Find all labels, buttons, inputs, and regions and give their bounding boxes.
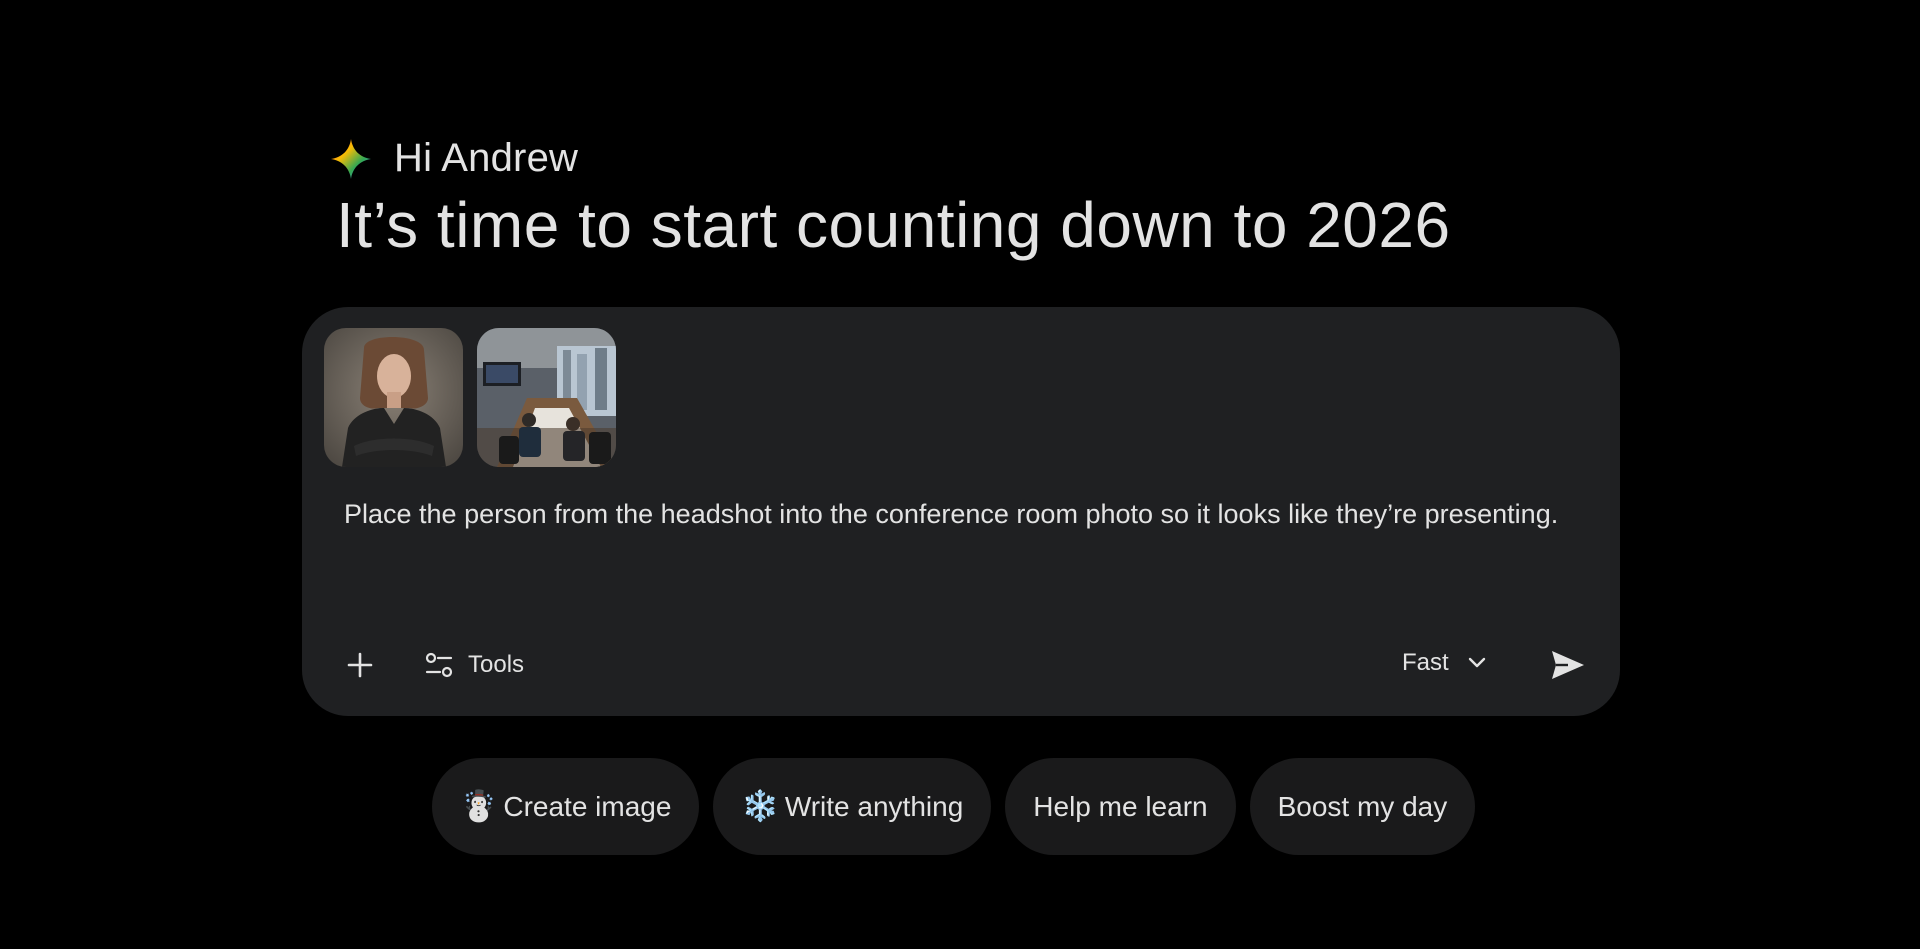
chip-create-image[interactable]: ☃️ Create image xyxy=(432,758,700,855)
tune-icon xyxy=(425,652,453,678)
chevron-down-icon xyxy=(1468,657,1485,668)
chip-boost-my-day[interactable]: Boost my day xyxy=(1249,758,1476,855)
chip-write-anything[interactable]: ❄️ Write anything xyxy=(713,758,992,855)
greeting: Hi Andrew xyxy=(330,136,578,181)
greeting-name: Hi Andrew xyxy=(394,136,579,180)
snowman-icon: ☃️ xyxy=(460,789,498,824)
chip-label: Create image xyxy=(503,790,672,822)
attachment-headshot-thumbnail[interactable] xyxy=(324,328,463,467)
model-mode-dropdown[interactable]: Fast xyxy=(1402,641,1487,685)
tools-button[interactable]: Tools xyxy=(424,643,524,687)
model-mode-label: Fast xyxy=(1402,649,1449,676)
send-button[interactable] xyxy=(1542,639,1594,691)
chip-label: Write anything xyxy=(784,790,964,822)
attachment-list xyxy=(324,328,616,467)
snowflake-icon: ❄️ xyxy=(741,789,779,824)
prompt-input[interactable]: Place the person from the headshot into … xyxy=(344,493,1564,535)
send-icon xyxy=(1552,651,1584,679)
page-headline: It’s time to start counting down to 2026 xyxy=(336,189,1451,261)
gemini-sparkle-icon xyxy=(331,138,371,179)
chip-help-me-learn[interactable]: Help me learn xyxy=(1005,758,1236,855)
tools-label: Tools xyxy=(468,651,525,678)
attachment-conference-room-thumbnail[interactable] xyxy=(477,328,616,467)
chip-label: Boost my day xyxy=(1277,790,1448,822)
prompt-card: Place the person from the headshot into … xyxy=(302,307,1620,716)
chip-label: Help me learn xyxy=(1033,790,1208,822)
suggestion-chips: ☃️ Create image ❄️ Write anything Help m… xyxy=(432,758,1476,855)
plus-icon xyxy=(347,652,373,678)
app-root: Hi Andrew It’s time to start counting do… xyxy=(0,0,1920,949)
add-attachment-button[interactable] xyxy=(338,643,382,687)
